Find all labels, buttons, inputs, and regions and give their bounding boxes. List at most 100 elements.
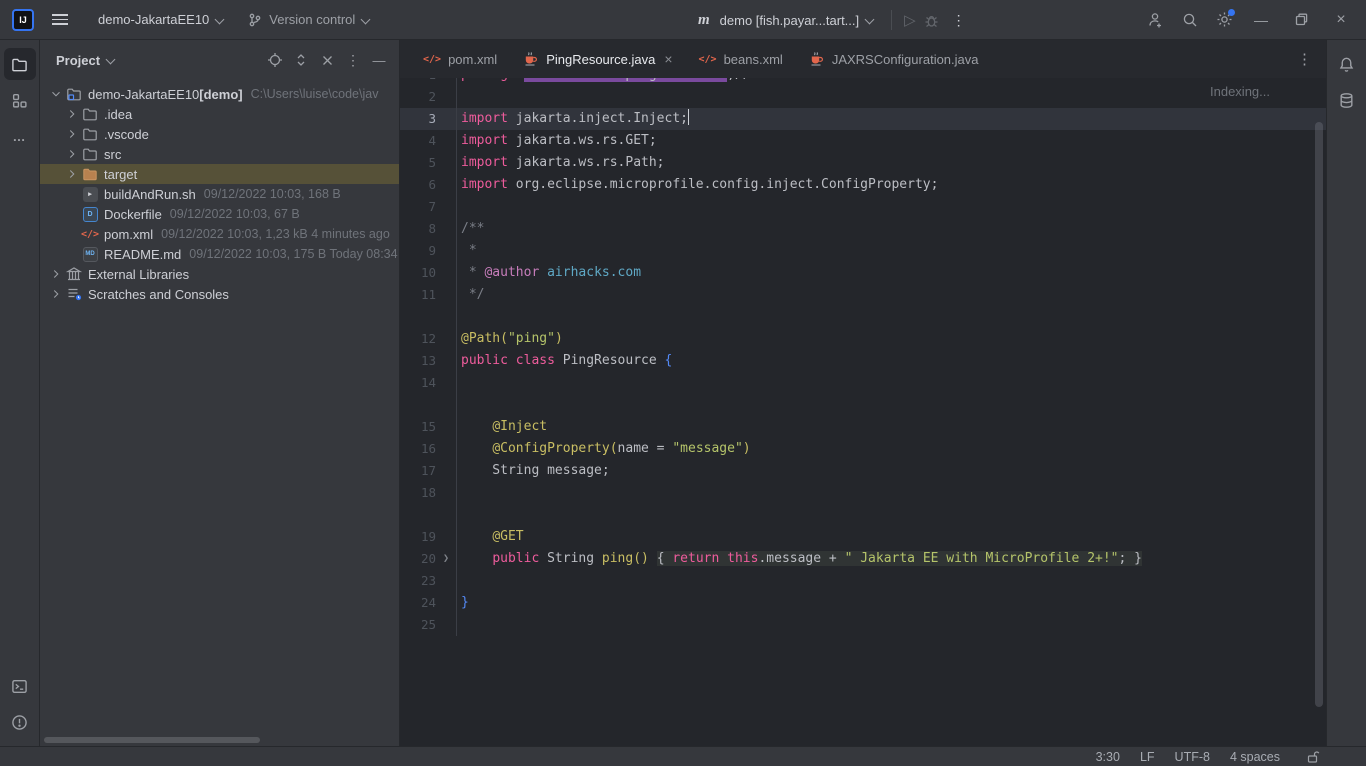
chevron-down-icon[interactable] [48,86,64,102]
line-number[interactable]: 7 [400,196,436,218]
debug-bug-icon[interactable] [920,8,944,32]
window-minimize-button[interactable]: — [1246,12,1276,28]
code-text[interactable]: * @author airhacks.com [456,262,1326,284]
horizontal-scrollbar[interactable] [44,737,260,743]
project-tool-window-button[interactable] [4,48,36,80]
line-number[interactable]: 2 [400,86,436,108]
tree-item-Dockerfile[interactable]: D Dockerfile 09/12/2022 10:03, 67 B [40,204,399,224]
code-text[interactable] [456,306,1326,328]
code-text[interactable]: public class PingResource { [456,350,1326,372]
code-text[interactable]: @Path("ping") [456,328,1326,350]
tree-item-src[interactable]: src [40,144,399,164]
status-file-encoding[interactable]: UTF-8 [1175,750,1210,764]
unlock-icon[interactable] [1306,750,1320,764]
line-number[interactable]: 15 [400,416,436,438]
code-text[interactable]: import jakarta.inject.Inject; [456,108,1326,130]
vertical-scrollbar[interactable] [1315,122,1323,707]
code-text[interactable] [456,196,1326,218]
tab-close-icon[interactable]: × [664,51,672,67]
run-configuration-selector[interactable]: demo [fish.payar...tart...] [716,9,879,32]
hide-panel-icon[interactable]: — [367,48,391,72]
code-text[interactable]: String message; [456,460,1326,482]
terminal-tool-window-button[interactable] [4,670,36,702]
line-number[interactable] [400,504,436,526]
code-text[interactable] [456,614,1326,636]
search-icon[interactable] [1178,8,1202,32]
chevron-right-icon[interactable] [64,106,80,122]
code-text[interactable] [456,570,1326,592]
main-menu-button[interactable] [44,6,76,34]
line-number[interactable]: 11 [400,284,436,306]
chevron-right-icon[interactable] [48,266,64,282]
tree-item-demo-JakartaEE10[interactable]: demo-JakartaEE10 [demo] C:\Users\luise\c… [40,84,399,104]
more-options-kebab-icon[interactable]: ⋮ [341,48,365,72]
tree-item-target[interactable]: target [40,164,399,184]
tree-item-README.md[interactable]: MD README.md 09/12/2022 10:03, 175 B Tod… [40,244,399,264]
line-number[interactable]: 3 [400,108,436,130]
line-number[interactable]: 13 [400,350,436,372]
tree-item-Scratches and Consoles[interactable]: Scratches and Consoles [40,284,399,304]
code-text[interactable]: * [456,240,1326,262]
code-text[interactable]: @ConfigProperty(name = "message") [456,438,1326,460]
code-text[interactable]: } [456,592,1326,614]
line-number[interactable]: 10 [400,262,436,284]
line-number[interactable]: 20 [400,548,436,570]
code-text[interactable]: import org.eclipse.microprofile.config.i… [456,174,1326,196]
status-indent-style[interactable]: 4 spaces [1230,750,1280,764]
line-number[interactable]: 5 [400,152,436,174]
line-number[interactable]: 25 [400,614,436,636]
code-text[interactable]: import jakarta.ws.rs.Path; [456,152,1326,174]
line-number[interactable]: 17 [400,460,436,482]
code-text[interactable]: */ [456,284,1326,306]
editor-tab-JAXRSConfiguration.java[interactable]: JAXRSConfiguration.java [796,40,992,78]
run-button[interactable]: ▷ [904,11,916,29]
window-close-button[interactable]: × [1326,11,1356,29]
line-number[interactable]: 9 [400,240,436,262]
notifications-bell-icon[interactable] [1331,48,1363,80]
code-text[interactable]: @Inject [456,416,1326,438]
code-text[interactable] [456,394,1326,416]
tree-item-.vscode[interactable]: .vscode [40,124,399,144]
tab-options-kebab-icon[interactable]: ⋮ [1297,50,1326,68]
tree-item-External Libraries[interactable]: External Libraries [40,264,399,284]
status-caret-position[interactable]: 3:30 [1096,750,1120,764]
code-text[interactable]: public String ping() { return this.messa… [456,548,1326,570]
add-user-icon[interactable] [1144,8,1168,32]
tree-item-.idea[interactable]: .idea [40,104,399,124]
tree-item-pom.xml[interactable]: </> pom.xml 09/12/2022 10:03, 1,23 kB 4 … [40,224,399,244]
code-text[interactable]: import jakarta.ws.rs.GET; [456,130,1326,152]
line-number[interactable]: 14 [400,372,436,394]
code-text[interactable] [456,482,1326,504]
line-number[interactable]: 8 [400,218,436,240]
code-text[interactable] [456,372,1326,394]
code-editor[interactable]: Indexing... 1package com.airhacks.ping.r… [400,78,1326,746]
window-maximize-button[interactable] [1286,8,1316,32]
line-number[interactable] [400,306,436,328]
vcs-selector[interactable]: Version control [239,8,379,32]
code-text[interactable]: package com.airhacks.ping.resource;// [456,78,1326,86]
editor-tab-beans.xml[interactable]: </> beans.xml [686,40,796,78]
tree-item-buildAndRun.sh[interactable]: ▸ buildAndRun.sh 09/12/2022 10:03, 168 B [40,184,399,204]
code-text[interactable] [456,504,1326,526]
status-line-separator[interactable]: LF [1140,750,1155,764]
editor-tab-PingResource.java[interactable]: PingResource.java × [510,40,685,78]
fold-chevron-icon[interactable]: ❯ [436,548,456,570]
problems-tool-window-button[interactable] [4,706,36,738]
more-tool-windows-button[interactable]: … [4,120,36,152]
line-number[interactable]: 6 [400,174,436,196]
settings-gear-icon[interactable] [1212,8,1236,32]
code-text[interactable]: @GET [456,526,1326,548]
structure-tool-window-button[interactable] [4,84,36,116]
project-panel-title-dropdown[interactable]: Project [56,53,116,68]
chevron-right-icon[interactable] [64,126,80,142]
line-number[interactable]: 19 [400,526,436,548]
line-number[interactable]: 4 [400,130,436,152]
line-number[interactable]: 12 [400,328,436,350]
editor-tab-pom.xml[interactable]: </> pom.xml [410,40,510,78]
line-number[interactable]: 16 [400,438,436,460]
line-number[interactable] [400,394,436,416]
chevron-right-icon[interactable] [64,166,80,182]
line-number[interactable]: 1 [400,78,436,86]
select-opened-file-icon[interactable] [263,48,287,72]
project-selector[interactable]: demo-JakartaEE10 [90,8,233,31]
